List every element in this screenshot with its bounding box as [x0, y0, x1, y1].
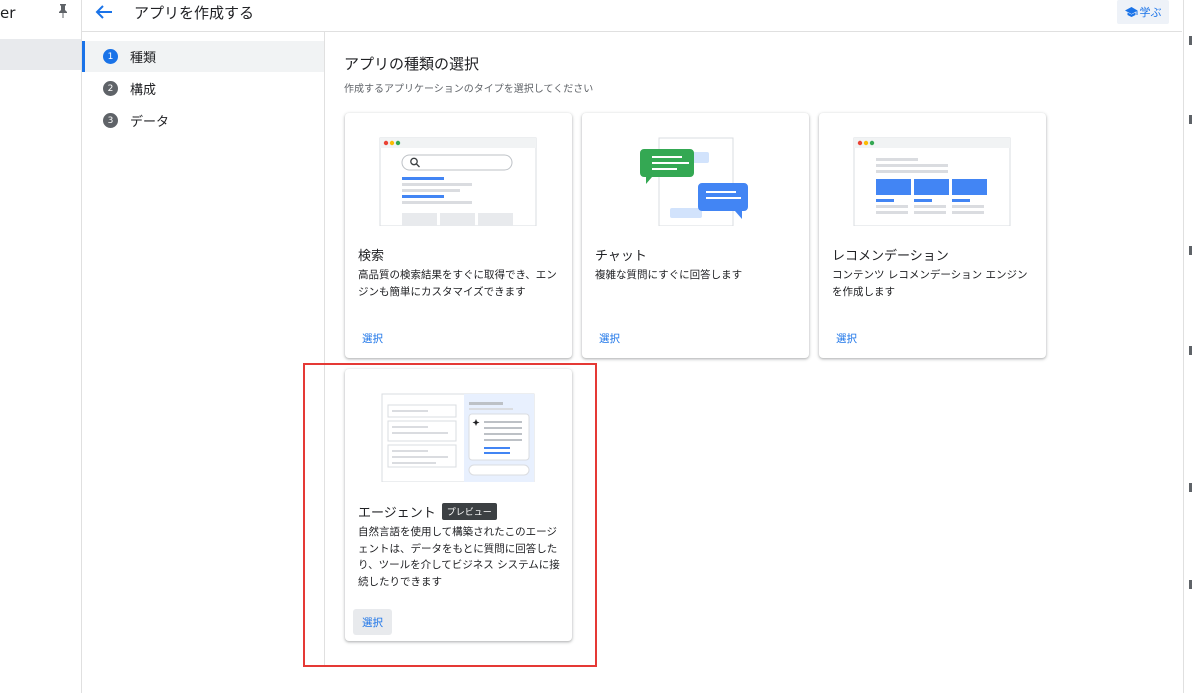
app-type-card-agent[interactable]: エージェント プレビュー 自然言語を使用して構築されたこのエージェントは、データ…: [345, 369, 572, 641]
card-description: 自然言語を使用して構築されたこのエージェントは、データをもとに質問に回答したり、…: [358, 526, 560, 588]
chat-illustration: [640, 137, 748, 226]
card-description: 複雑な質問にすぐに回答します: [595, 269, 743, 281]
step-type[interactable]: 1 種類: [82, 41, 324, 72]
select-button[interactable]: 選択: [827, 325, 866, 351]
back-arrow-icon[interactable]: [94, 3, 114, 21]
left-nav-title: er: [0, 4, 16, 22]
left-nav-active-item[interactable]: [0, 39, 81, 70]
card-title: チャット: [595, 245, 647, 264]
agent-illustration: [381, 393, 535, 482]
app-root: er アプリを作成する 学ぶ 1 種類 2 構成 3 データ アプリの種類の選択…: [0, 0, 1200, 693]
card-title: 検索: [358, 245, 384, 264]
step-config[interactable]: 2 構成: [82, 73, 324, 104]
select-button[interactable]: 選択: [590, 325, 629, 351]
select-button[interactable]: 選択: [353, 325, 392, 351]
app-type-card-recommendation[interactable]: レコメンデーション コンテンツ レコメンデーション エンジンを作成します 選択: [819, 113, 1046, 358]
card-title: エージェント プレビュー: [358, 502, 497, 521]
learn-button[interactable]: 学ぶ: [1117, 0, 1169, 24]
right-panel-edge: [1183, 0, 1200, 693]
step-label: データ: [130, 115, 170, 130]
pin-icon[interactable]: [56, 3, 70, 19]
card-title-text: 検索: [358, 249, 385, 264]
select-button[interactable]: 選択: [353, 609, 392, 635]
school-icon: [1124, 6, 1137, 17]
step-number: 2: [103, 81, 118, 96]
learn-label: 学ぶ: [1139, 6, 1162, 19]
left-nav: er: [0, 0, 82, 693]
step-label: 種類: [130, 51, 157, 66]
app-type-card-chat[interactable]: チャット 複雑な質問にすぐに回答します 選択: [582, 113, 809, 358]
page-title: アプリを作成する: [134, 4, 255, 22]
recommendation-illustration: [853, 137, 1011, 226]
card-description: 高品質の検索結果をすぐに取得でき、エンジンも簡単にカスタマイズできます: [358, 269, 557, 298]
app-type-card-search[interactable]: 検索 高品質の検索結果をすぐに取得でき、エンジンも簡単にカスタマイズできます 選…: [345, 113, 572, 358]
top-bar: アプリを作成する 学ぶ: [82, 0, 1182, 32]
card-title-text: チャット: [595, 249, 647, 264]
step-number: 3: [103, 113, 118, 128]
section-subtitle: 作成するアプリケーションのタイプを選択してください: [344, 84, 594, 95]
search-illustration: [379, 137, 537, 226]
stepper: 1 種類 2 構成 3 データ: [82, 32, 325, 665]
card-title: レコメンデーション: [832, 245, 949, 264]
section-title: アプリの種類の選択: [344, 55, 480, 73]
step-number: 1: [103, 49, 118, 64]
step-label: 構成: [130, 83, 157, 98]
preview-badge: プレビュー: [441, 503, 497, 520]
card-description: コンテンツ レコメンデーション エンジンを作成します: [832, 269, 1028, 298]
step-data[interactable]: 3 データ: [82, 105, 324, 136]
card-title-text: エージェント: [358, 506, 436, 521]
card-title-text: レコメンデーション: [832, 249, 949, 264]
